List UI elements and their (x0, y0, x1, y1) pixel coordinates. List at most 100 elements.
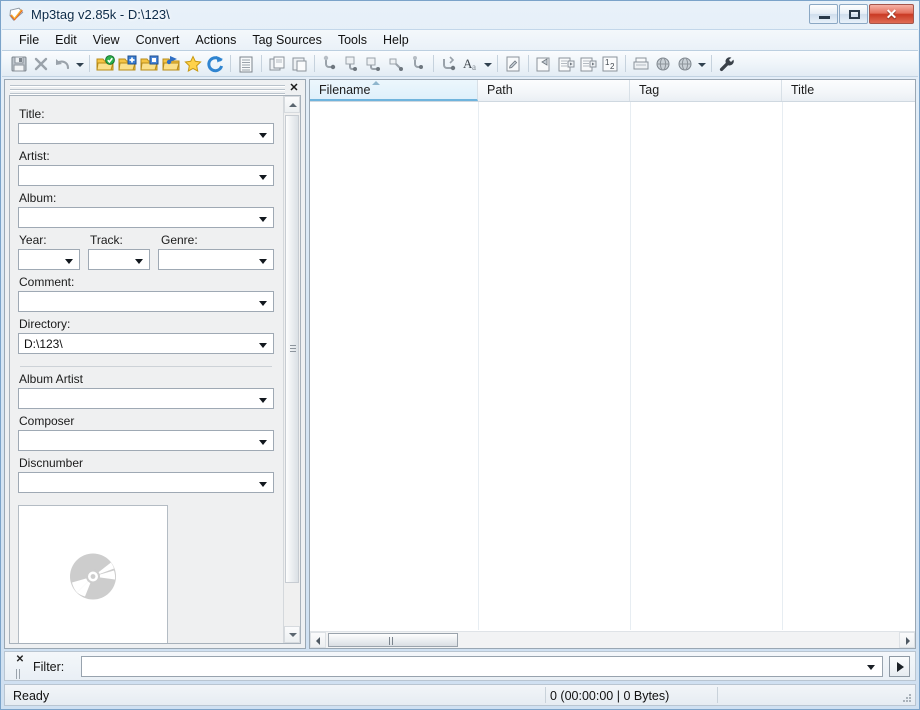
filename-to-tag-icon[interactable] (341, 53, 363, 75)
filter-close-button[interactable]: ✕ (14, 654, 26, 666)
artist-value (24, 168, 253, 184)
copy-tag-icon[interactable] (266, 53, 288, 75)
disc-placeholder-icon (65, 548, 121, 607)
undo-dropdown-icon[interactable] (74, 53, 85, 75)
track-label: Track: (90, 233, 152, 247)
chevron-up-icon (289, 103, 297, 107)
album-artist-input[interactable] (18, 388, 274, 409)
column-header-title[interactable]: Title (782, 80, 916, 101)
filter-bar: ✕ Filter: (4, 651, 916, 681)
filter-input[interactable] (81, 656, 883, 677)
rename-icon[interactable] (502, 53, 524, 75)
year-track-genre-labels: Year: Track: Genre: (18, 228, 274, 249)
mp3tag-tag-icon (8, 6, 25, 23)
close-button[interactable]: ✕ (869, 4, 914, 24)
column-separator-1 (478, 102, 479, 630)
favorites-star-icon[interactable] (182, 53, 204, 75)
export-icon[interactable] (630, 53, 652, 75)
save-icon[interactable] (8, 53, 30, 75)
toolbar: A a (2, 51, 918, 77)
menu-view[interactable]: View (85, 31, 128, 49)
file-list-icon[interactable] (235, 53, 257, 75)
scrollbar-thumb[interactable] (285, 115, 299, 583)
filter-drag-handle[interactable] (16, 668, 23, 678)
menu-tools[interactable]: Tools (330, 31, 375, 49)
tag-source-web-icon[interactable] (652, 53, 674, 75)
tag-panel-body: Title: Artist: Album: Year: Track: Genre… (9, 95, 301, 644)
actions-icon[interactable] (438, 53, 460, 75)
remove-tag-icon[interactable] (30, 53, 52, 75)
column-separator-2 (630, 102, 631, 630)
column-header-tag[interactable]: Tag (630, 80, 782, 101)
maximize-button[interactable] (839, 4, 868, 24)
close-icon: ✕ (870, 6, 913, 23)
tag-panel-scrollbar[interactable] (283, 96, 300, 643)
year-input[interactable] (18, 249, 80, 270)
hscrollbar-thumb[interactable] (328, 633, 458, 647)
menu-file[interactable]: File (11, 31, 47, 49)
comment-input[interactable] (18, 291, 274, 312)
add-files-icon[interactable] (138, 53, 160, 75)
toolbar-separator-1 (89, 55, 90, 72)
scroll-down-button[interactable] (284, 626, 300, 643)
paste-tag-icon[interactable] (288, 53, 310, 75)
scroll-up-button[interactable] (284, 96, 300, 113)
add-playlist-icon[interactable] (160, 53, 182, 75)
column-header-filename[interactable]: Filename (310, 80, 478, 101)
resize-grip-icon[interactable] (901, 692, 912, 703)
filename-to-filename-icon[interactable] (363, 53, 385, 75)
auto-numbering-icon[interactable]: 1 2 (599, 53, 621, 75)
actions-dropdown-icon[interactable] (482, 53, 493, 75)
toolbar-separator-9 (711, 55, 712, 72)
options-wrench-icon[interactable] (716, 53, 738, 75)
scroll-left-button[interactable] (310, 632, 326, 648)
album-input[interactable] (18, 207, 274, 228)
status-bar: Ready 0 (00:00:00 | 0 Bytes) (4, 684, 916, 706)
menu-actions[interactable]: Actions (187, 31, 244, 49)
toolbar-separator-8 (625, 55, 626, 72)
refresh-icon[interactable] (204, 53, 226, 75)
tag-to-tag-icon[interactable] (385, 53, 407, 75)
playlist-extended-icon[interactable] (577, 53, 599, 75)
genre-input[interactable] (158, 249, 274, 270)
tag-source-freedb-icon[interactable] (533, 53, 555, 75)
mp3tag-window: Mp3tag v2.85k - D:\123\ ✕ File Edit View… (0, 0, 920, 710)
undo-icon[interactable] (52, 53, 74, 75)
file-list-hscrollbar[interactable] (310, 631, 915, 648)
change-directory-icon[interactable] (94, 53, 116, 75)
artist-input[interactable] (18, 165, 274, 186)
file-list-rows[interactable] (310, 102, 915, 630)
composer-input[interactable] (18, 430, 274, 451)
add-directory-icon[interactable] (116, 53, 138, 75)
column-header-path[interactable]: Path (478, 80, 630, 101)
minimize-icon (819, 16, 830, 19)
tag-panel-drag-handle[interactable] (10, 83, 285, 92)
menu-edit[interactable]: Edit (47, 31, 85, 49)
text-file-to-tag-icon[interactable] (407, 53, 429, 75)
scroll-right-button[interactable] (899, 632, 915, 648)
tag-to-filename-icon[interactable] (319, 53, 341, 75)
case-conversion-icon[interactable]: A a (460, 53, 482, 75)
menu-tag-sources[interactable]: Tag Sources (244, 31, 329, 49)
directory-input[interactable]: D:\123\ (18, 333, 274, 354)
menu-convert[interactable]: Convert (128, 31, 188, 49)
track-input[interactable] (88, 249, 150, 270)
chevron-down-icon (289, 633, 297, 637)
playlist-create-icon[interactable] (555, 53, 577, 75)
discnumber-input[interactable] (18, 472, 274, 493)
tag-panel-close-button[interactable]: ✕ (287, 81, 301, 95)
tag-source-dropdown-icon[interactable] (696, 53, 707, 75)
directory-value: D:\123\ (24, 336, 253, 352)
menu-bar: File Edit View Convert Actions Tag Sourc… (2, 29, 918, 51)
apply-filter-button[interactable] (889, 656, 910, 677)
cover-art-box[interactable] (18, 505, 168, 644)
toolbar-separator-3 (261, 55, 262, 72)
menu-help[interactable]: Help (375, 31, 417, 49)
chevron-right-icon (906, 637, 910, 645)
toolbar-separator-2 (230, 55, 231, 72)
minimize-button[interactable] (809, 4, 838, 24)
status-message: Ready (13, 688, 49, 704)
title-input[interactable] (18, 123, 274, 144)
tag-source-amazon-icon[interactable] (674, 53, 696, 75)
title-label: Title: (19, 107, 274, 121)
